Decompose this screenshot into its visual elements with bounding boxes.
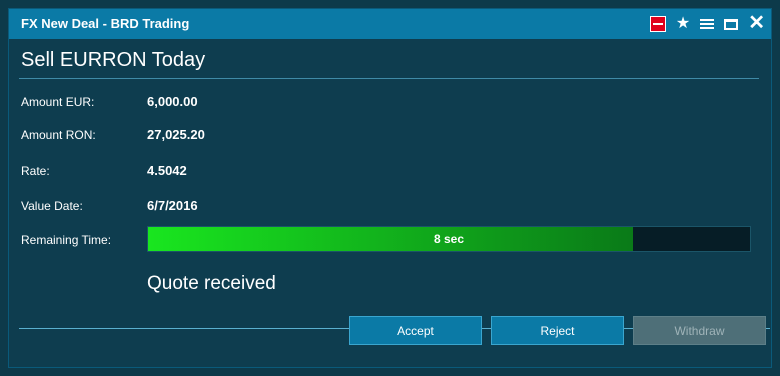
accept-button[interactable]: Accept — [349, 316, 482, 345]
reject-button[interactable]: Reject — [491, 316, 624, 345]
heading-divider — [19, 78, 759, 79]
button-divider — [766, 328, 770, 329]
button-divider — [624, 328, 633, 329]
button-divider — [19, 328, 349, 329]
rate-label: Rate: — [21, 164, 50, 178]
title-bar-icons: ★ ✕ — [649, 13, 765, 35]
brand-icon[interactable] — [649, 16, 666, 32]
deal-heading: Sell EURRON Today — [21, 49, 206, 71]
button-divider — [482, 328, 491, 329]
amount-eur-value: 6,000.00 — [147, 94, 198, 109]
star-icon[interactable]: ★ — [676, 16, 690, 32]
amount-eur-label: Amount EUR: — [21, 95, 95, 109]
remaining-time-text: 8 sec — [433, 232, 465, 246]
window-title: FX New Deal - BRD Trading — [21, 16, 190, 31]
remaining-time-label: Remaining Time: — [21, 233, 112, 247]
maximize-icon[interactable] — [724, 18, 739, 30]
close-icon[interactable]: ✕ — [748, 13, 765, 33]
fx-deal-window: FX New Deal - BRD Trading ★ ✕ Sell EURRO… — [8, 8, 772, 368]
rate-value: 4.5042 — [147, 163, 187, 178]
quote-status: Quote received — [147, 273, 276, 294]
menu-icon[interactable] — [700, 19, 715, 29]
title-bar[interactable]: FX New Deal - BRD Trading ★ ✕ — [9, 9, 771, 39]
withdraw-button[interactable]: Withdraw — [633, 316, 766, 345]
value-date-value: 6/7/2016 — [147, 198, 198, 213]
remaining-time-progress: 8 sec — [147, 226, 751, 252]
amount-ron-value: 27,025.20 — [147, 127, 205, 142]
amount-ron-label: Amount RON: — [21, 128, 96, 142]
value-date-label: Value Date: — [21, 199, 83, 213]
